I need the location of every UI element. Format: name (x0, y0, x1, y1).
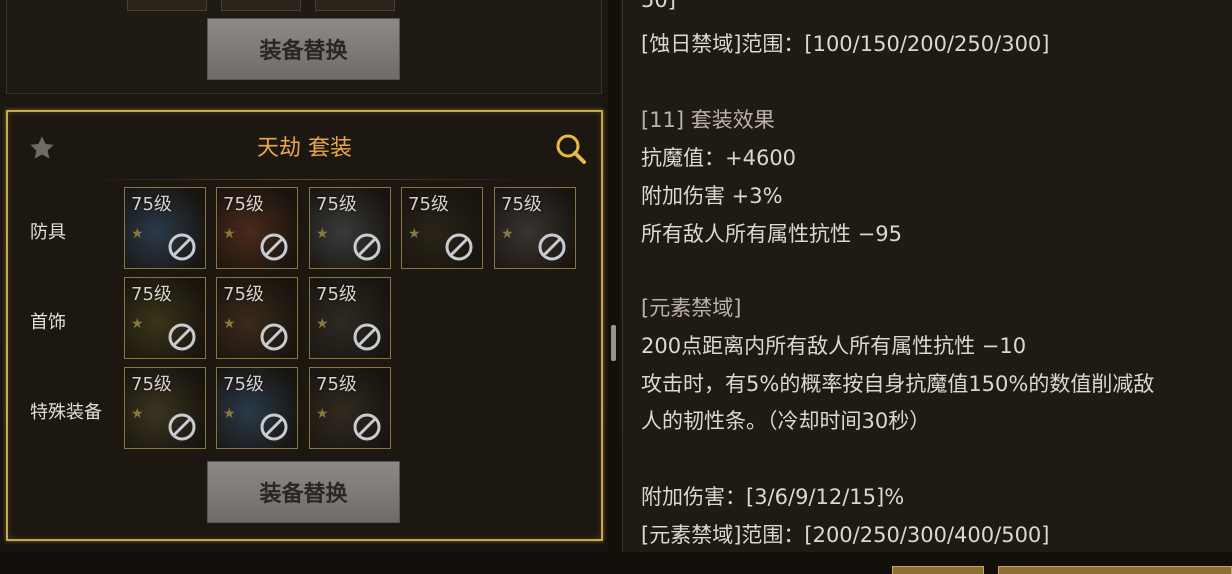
detail-line: 200点距离内所有敌人所有属性抗性 −10 (641, 334, 1027, 358)
slot-edge (127, 0, 207, 11)
prohibited-icon (168, 413, 196, 441)
prohibited-icon (260, 323, 288, 351)
slot-star-icon: ★ (316, 316, 329, 332)
equipment-slot[interactable]: 75级 ★ (216, 277, 298, 359)
detail-line: 50] (641, 0, 676, 12)
prohibited-icon (168, 323, 196, 351)
bottom-button[interactable] (998, 566, 1232, 574)
equipment-replace-button-top[interactable]: 装备替换 (207, 18, 400, 80)
slot-star-icon: ★ (501, 226, 514, 242)
slot-level: 75级 (223, 194, 264, 215)
equipment-slot[interactable]: 75级 ★ (124, 367, 206, 449)
slot-star-icon: ★ (223, 316, 236, 332)
detail-line: 附加伤害：[3/6/9/12/15]% (641, 485, 905, 509)
detail-line: [元素禁域]范围：[200/250/300/400/500] (641, 523, 1050, 547)
slot-star-icon: ★ (131, 406, 144, 422)
equipment-slot[interactable]: 75级 ★ (216, 187, 298, 269)
equipment-slot[interactable]: 75级 ★ (216, 367, 298, 449)
row-label-special: 特殊装备 (30, 402, 102, 423)
detail-line: 攻击时，有5%的概率按自身抗魔值150%的数值削减敌 (641, 372, 1155, 396)
detail-line: [蚀日禁域]范围：[100/150/200/250/300] (641, 32, 1050, 56)
game-window: 装备替换 天劫 套装 防具 首饰 特殊装备 75级 ★ 75级 ★ 75级 ★ (0, 0, 1232, 574)
slot-star-icon: ★ (316, 406, 329, 422)
slot-level: 75级 (501, 194, 542, 215)
equipment-slot[interactable]: 75级 ★ (401, 187, 483, 269)
equipment-slot[interactable]: 75级 ★ (124, 277, 206, 359)
slot-edge (221, 0, 301, 11)
slot-level: 75级 (131, 374, 172, 395)
prohibited-icon (168, 233, 196, 261)
panel-divider (608, 0, 620, 574)
slot-level: 75级 (223, 374, 264, 395)
detail-line: [元素禁域] (641, 296, 742, 320)
prohibited-icon (353, 233, 381, 261)
magnifier-icon[interactable] (554, 132, 588, 166)
resize-handle[interactable] (611, 325, 616, 361)
detail-line: 人的韧性条。（冷却时间30秒） (641, 409, 931, 433)
slot-level: 75级 (316, 284, 357, 305)
detail-line: [11] 套装效果 (641, 108, 775, 132)
slot-level: 75级 (223, 284, 264, 305)
equipment-slot[interactable]: 75级 ★ (309, 367, 391, 449)
slot-level: 75级 (408, 194, 449, 215)
slot-level: 75级 (316, 194, 357, 215)
detail-line: 所有敌人所有属性抗性 −95 (641, 222, 902, 246)
slot-star-icon: ★ (223, 226, 236, 242)
set-panel: 天劫 套装 防具 首饰 特殊装备 75级 ★ 75级 ★ 75级 ★ 75级 ★ (6, 110, 603, 541)
slot-level: 75级 (131, 194, 172, 215)
set-title: 天劫 套装 (257, 136, 352, 161)
equipment-replace-button[interactable]: 装备替换 (207, 461, 400, 523)
top-slot-edges (127, 0, 395, 11)
row-label-accessory: 首饰 (30, 312, 66, 333)
slot-level: 75级 (316, 374, 357, 395)
previous-set-panel: 装备替换 (6, 0, 602, 94)
equipment-slot[interactable]: 75级 ★ (124, 187, 206, 269)
prohibited-icon (260, 413, 288, 441)
slot-star-icon: ★ (408, 226, 421, 242)
prohibited-icon (353, 323, 381, 351)
detail-line: 附加伤害 +3% (641, 184, 783, 208)
title-divider (78, 179, 538, 180)
slot-star-icon: ★ (131, 226, 144, 242)
prohibited-icon (260, 233, 288, 261)
detail-line: 抗魔值：+4600 (641, 146, 797, 170)
equipment-slot[interactable]: 75级 ★ (309, 187, 391, 269)
slot-star-icon: ★ (223, 406, 236, 422)
set-details-panel: 50] [蚀日禁域]范围：[100/150/200/250/300] [11] … (622, 0, 1232, 552)
slot-edge (315, 0, 395, 11)
slot-level: 75级 (131, 284, 172, 305)
slot-star-icon: ★ (316, 226, 329, 242)
prohibited-icon (538, 233, 566, 261)
slot-star-icon: ★ (131, 316, 144, 332)
bottom-button[interactable] (892, 566, 984, 574)
equipment-slot[interactable]: 75级 ★ (494, 187, 576, 269)
row-label-armor: 防具 (30, 222, 66, 243)
equipment-slot[interactable]: 75级 ★ (309, 277, 391, 359)
prohibited-icon (353, 413, 381, 441)
prohibited-icon (445, 233, 473, 261)
